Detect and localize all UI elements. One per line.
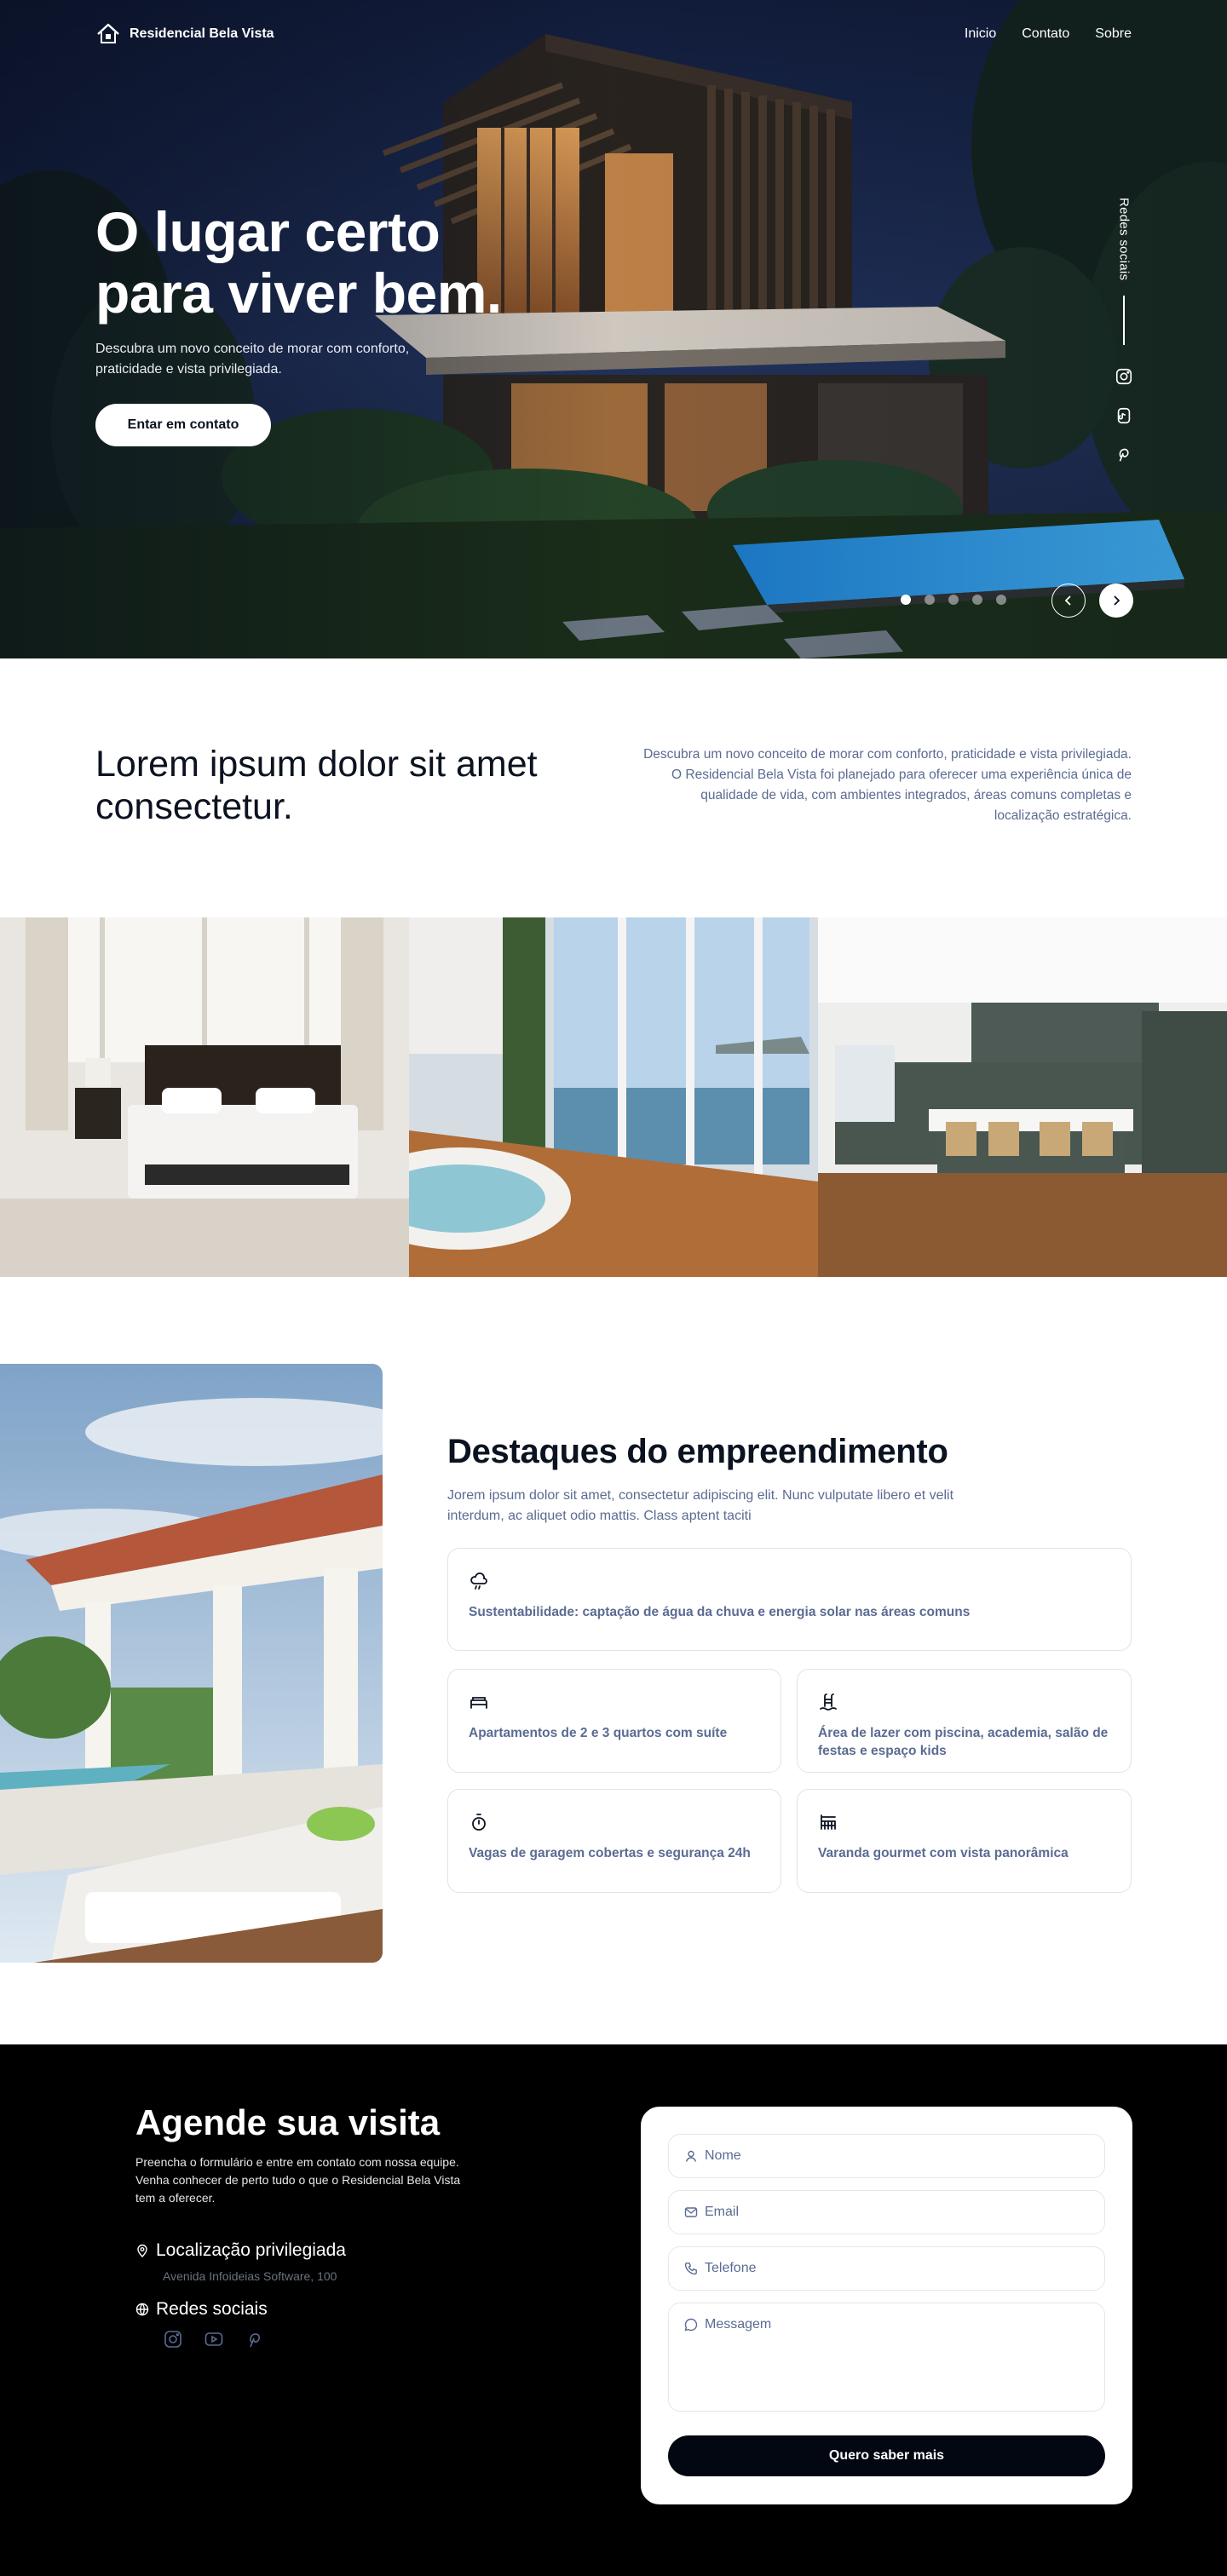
phone-placeholder: Telefone [705,2261,757,2275]
name-placeholder: Nome [705,2148,741,2163]
contact-cta-button[interactable]: Entar em contato [95,404,271,446]
tiktok-icon[interactable] [1115,406,1133,425]
contact-title: Agende sua visita [135,2102,441,2142]
nav-link-contato[interactable]: Contato [1022,26,1069,42]
features-title: Destaques do empreendimento [447,1433,948,1470]
chevron-left-icon [1064,595,1071,606]
feature-card-leisure: Área de lazer com piscina, academia, sal… [797,1669,1132,1773]
name-field[interactable]: Nome [668,2134,1105,2178]
villa-pool-image [0,1364,383,1963]
nav-link-sobre[interactable]: Sobre [1095,26,1132,42]
kitchen-image [818,917,1227,1277]
hero-section: Residencial Bela Vista Inicio Contato So… [0,0,1227,658]
youtube-icon[interactable] [204,2329,224,2349]
nav-link-inicio[interactable]: Inicio [965,26,996,42]
pool-ladder-icon [820,1693,837,1711]
spa-ocean-view-image [409,917,818,1277]
feature-card-balcony: Varanda gourmet com vista panorâmica [797,1789,1132,1893]
hero-title: O lugar certo para viver bem. [95,200,502,325]
slider-prev-button[interactable] [1051,584,1086,618]
message-placeholder: Messagem [705,2317,772,2332]
feature-text: Apartamentos de 2 e 3 quartos com suíte [469,1726,728,1740]
slider-dot-5[interactable] [996,595,1006,605]
social-heading: Redes sociais [135,2299,268,2320]
bed-icon [470,1697,487,1709]
submit-button[interactable]: Quero saber mais [668,2435,1105,2476]
hero-subtitle: Descubra um novo conceito de morar com c… [95,342,410,377]
slider-dot-3[interactable] [948,595,959,605]
contact-section: Agende sua visita Preencha o formulário … [0,2044,1227,2576]
email-placeholder: Email [705,2205,740,2219]
chevron-right-icon [1114,595,1120,606]
contact-subtitle: Preencha o formulário e entre em contato… [135,2155,461,2205]
bedroom-image [0,917,409,1277]
slider-dots [901,595,1006,605]
nav-links: Inicio Contato Sobre [965,26,1132,42]
timer-icon [472,1814,486,1831]
house-logo-icon [97,23,119,43]
message-circle-icon [684,2318,698,2332]
feature-text: Sustentabilidade: captação de água da ch… [469,1605,971,1619]
slider-dot-4[interactable] [972,595,982,605]
feature-card-parking: Vagas de garagem cobertas e segurança 24… [447,1789,781,1893]
top-navigation: Residencial Bela Vista Inicio Contato So… [95,20,1132,48]
cloud-rain-icon [470,1573,487,1590]
email-field[interactable]: Email [668,2190,1105,2234]
hero-content: O lugar certo para viver bem. Descubra u… [95,201,573,446]
feature-card-apartments: Apartamentos de 2 e 3 quartos com suíte [447,1669,781,1773]
message-field[interactable]: Messagem [668,2303,1105,2412]
brand[interactable]: Residencial Bela Vista [95,21,274,47]
feature-text: Área de lazer com piscina, academia, sal… [818,1726,1109,1758]
phone-field[interactable]: Telefone [668,2246,1105,2291]
mail-icon [684,2207,698,2217]
location-label: Localização privilegiada [156,2240,346,2260]
slider-next-button[interactable] [1099,584,1133,618]
intro-text: Descubra um novo conceito de morar com c… [643,747,1132,823]
instagram-icon[interactable] [1115,367,1133,386]
social-rail-label: Redes sociais [1116,198,1132,281]
feature-card-sustainability: Sustentabilidade: captação de água da ch… [447,1548,1132,1651]
social-rail-divider [1123,296,1125,346]
globe-icon [135,2303,149,2316]
slider-dot-2[interactable] [925,595,935,605]
features-subtitle: Jorem ipsum dolor sit amet, consectetur … [447,1488,954,1523]
location-heading: Localização privilegiada [135,2240,346,2261]
social-icons [163,2329,265,2349]
map-pin-icon [137,2244,147,2257]
brand-name: Residencial Bela Vista [130,26,274,41]
hero-social-rail: Redes sociais [1108,198,1140,474]
user-icon [685,2150,697,2162]
address-text: Avenida Infoideias Software, 100 [163,2269,337,2283]
pinterest-icon[interactable] [245,2329,265,2349]
balcony-icon [821,1814,836,1830]
phone-icon [684,2263,697,2275]
intro-title: Lorem ipsum dolor sit amet consectetur. [95,744,538,827]
visit-form: Nome Email Telefone Messagem Quero saber… [641,2107,1132,2504]
feature-text: Vagas de garagem cobertas e segurança 24… [469,1846,751,1860]
feature-text: Varanda gourmet com vista panorâmica [818,1846,1069,1860]
slider-dot-1[interactable] [901,595,911,605]
instagram-icon[interactable] [163,2329,183,2349]
pinterest-icon[interactable] [1115,446,1133,464]
image-gallery [0,917,1227,1277]
social-label: Redes sociais [156,2299,268,2319]
